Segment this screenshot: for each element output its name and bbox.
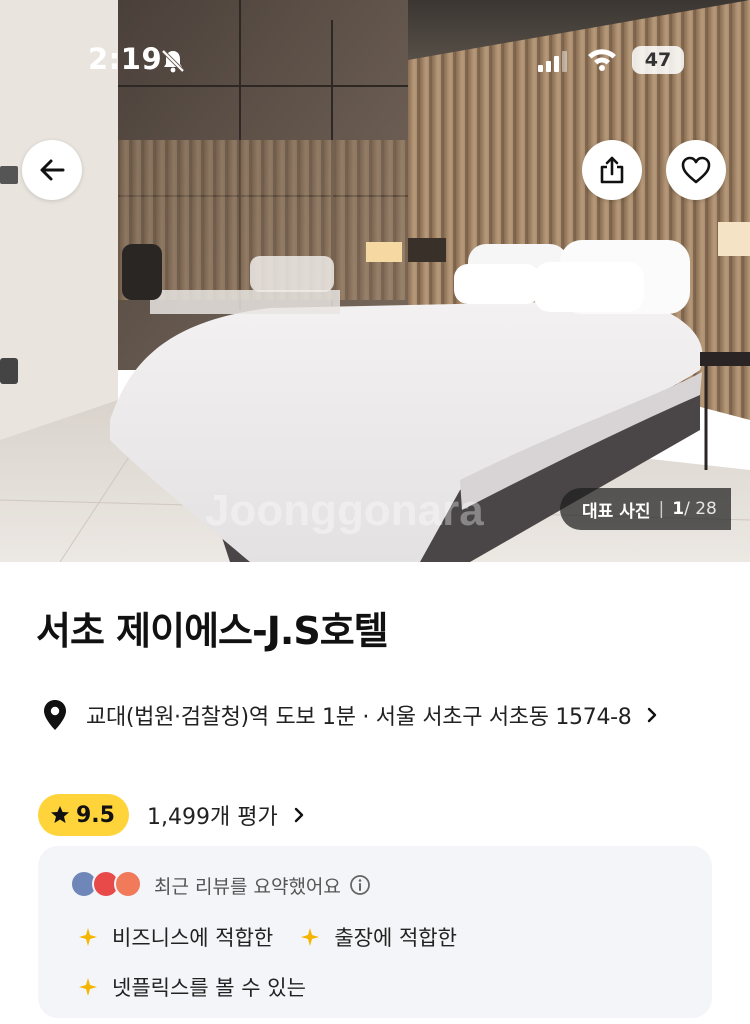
photo-counter[interactable]: 대표 사진 | 1 / 28	[560, 488, 731, 530]
rating-row[interactable]: 9.5 1,499개 평가	[38, 794, 306, 836]
review-summary-card: 최근 리뷰를 요약했어요 비즈니스에 적합한 출장에 적합한 넷플릭스를 볼 수…	[38, 846, 712, 1018]
photo-counter-total: / 28	[684, 499, 717, 519]
review-summary-tags: 비즈니스에 적합한 출장에 적합한 넷플릭스를 볼 수 있는	[78, 912, 698, 1012]
arrow-left-icon	[40, 159, 65, 181]
wifi-icon	[588, 49, 616, 71]
hotel-photo[interactable]: Joonggonara 2:19 47 대표 사진 | 1 / 28	[0, 0, 750, 562]
review-tag-label: 출장에 적합한	[334, 926, 457, 950]
cellular-signal-icon	[538, 51, 567, 72]
review-summary-header: 최근 리뷰를 요약했어요	[70, 870, 371, 900]
hotel-address: 교대(법원·검찰청)역 도보 1분 · 서울 서초구 서초동 1574-8	[86, 705, 632, 730]
info-icon[interactable]	[349, 874, 371, 896]
photo-counter-separator: |	[658, 499, 665, 519]
svg-text:Joonggonara: Joonggonara	[205, 486, 484, 535]
rating-score: 9.5	[76, 802, 115, 828]
chevron-right-icon	[647, 707, 656, 723]
status-bar: 2:19 47	[0, 0, 750, 120]
rating-badge: 9.5	[38, 794, 129, 836]
review-tag: 출장에 적합한	[300, 912, 457, 962]
bell-slash-icon	[161, 49, 185, 73]
reviewer-avatars	[70, 870, 144, 900]
sparkle-icon	[79, 978, 97, 996]
review-tag: 비즈니스에 적합한	[78, 912, 273, 962]
avatar	[114, 870, 142, 898]
photo-counter-current: 1	[672, 499, 685, 519]
chevron-right-icon	[294, 807, 303, 823]
share-icon	[600, 156, 624, 184]
star-icon	[51, 806, 69, 823]
review-count: 1,499개 평가	[146, 805, 278, 830]
photo-counter-label: 대표 사진	[582, 501, 651, 522]
review-tag-label: 넷플릭스를 볼 수 있는	[112, 976, 306, 1000]
like-button[interactable]	[666, 140, 726, 200]
review-summary-heading: 최근 리뷰를 요약했어요	[154, 875, 341, 898]
share-button[interactable]	[582, 140, 642, 200]
status-time: 2:19	[88, 42, 163, 76]
location-pin-icon	[44, 700, 66, 730]
hotel-name: 서초 제이에스-J.S호텔	[36, 609, 389, 653]
review-tag-label: 비즈니스에 적합한	[112, 926, 274, 950]
battery-icon: 47	[632, 46, 684, 74]
heart-icon	[681, 156, 711, 184]
sparkle-icon	[301, 928, 320, 946]
review-tag: 넷플릭스를 볼 수 있는	[78, 962, 306, 1012]
sparkle-icon	[79, 928, 97, 946]
back-button[interactable]	[22, 140, 82, 200]
